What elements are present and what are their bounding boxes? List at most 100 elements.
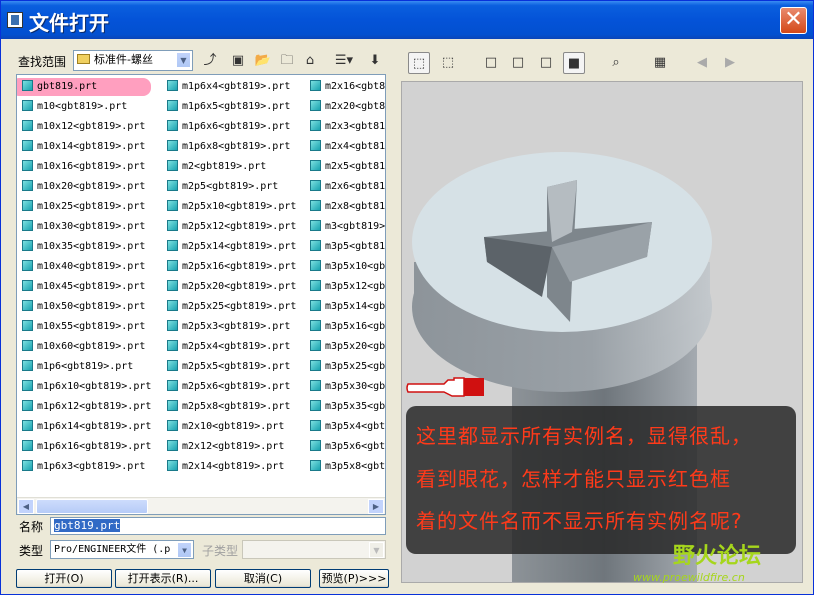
new-folder-icon[interactable]: 🗀	[277, 51, 297, 71]
file-item[interactable]: m10x25<gbt819>.prt	[22, 198, 145, 216]
file-item[interactable]: m2p5x25<gbt819>.prt	[167, 298, 296, 316]
file-item[interactable]: m3p5x4<gbt	[310, 418, 385, 436]
view-wireframe-icon[interactable]: ⬚	[408, 52, 430, 74]
file-item[interactable]: m3p5x16<gb	[310, 318, 385, 336]
file-item[interactable]: m2<gbt819>.prt	[167, 158, 266, 176]
look-in-dropdown[interactable]: 标准件-螺丝 ▼	[73, 50, 193, 71]
file-item[interactable]: m1p6x14<gbt819>.prt	[22, 418, 151, 436]
file-item[interactable]: m1p6x4<gbt819>.prt	[167, 78, 290, 96]
part-file-icon	[22, 380, 33, 391]
file-item[interactable]: m3p5x30<gb	[310, 378, 385, 396]
file-item[interactable]: m1p6x8<gbt819>.prt	[167, 138, 290, 156]
file-item[interactable]: m10x20<gbt819>.prt	[22, 178, 145, 196]
annotation-line-3: 着的文件名而不显示所有实例名呢?	[416, 509, 743, 533]
previous-arrow-icon[interactable]: ◀	[691, 52, 713, 74]
file-list[interactable]: m3p5x8<gbt m3p5x6<gbt m3p5x4<gbt m3p5x35<gb…	[16, 74, 386, 515]
file-item[interactable]: m2x14<gbt819>.prt	[167, 458, 284, 476]
view-box3-icon[interactable]: □	[535, 52, 557, 74]
view-hidden-icon[interactable]: ⬚	[437, 52, 459, 74]
file-item[interactable]: m2p5x10<gbt819>.prt	[167, 198, 296, 216]
file-item[interactable]: m1p6x16<gbt819>.prt	[22, 438, 151, 456]
title-bar[interactable]: 文件打开 ✕	[1, 1, 813, 39]
open-button[interactable]: 打开(O)	[16, 569, 112, 588]
file-type-dropdown[interactable]: Pro/ENGINEER文件 (.p ▼	[50, 540, 194, 559]
file-item[interactable]: m2p5x14<gbt819>.prt	[167, 238, 296, 256]
view-list-icon[interactable]: ☰▾	[331, 51, 357, 71]
preview-button[interactable]: 预览(P)>>>	[319, 569, 389, 588]
file-item[interactable]: m10x45<gbt819>.prt	[22, 278, 145, 296]
filename-input[interactable]: gbt819.prt	[50, 517, 386, 535]
file-item[interactable]: gbt819.prt	[17, 78, 151, 96]
scroll-left-icon[interactable]: ◀	[18, 499, 34, 514]
file-item[interactable]: m10<gbt819>.prt	[22, 98, 127, 116]
part-file-icon	[310, 440, 321, 451]
cancel-button[interactable]: 取消(C)	[215, 569, 311, 588]
file-item[interactable]: m1p6x10<gbt819>.prt	[22, 378, 151, 396]
file-item[interactable]: m2p5x6<gbt819>.prt	[167, 378, 290, 396]
file-item[interactable]: m10x16<gbt819>.prt	[22, 158, 145, 176]
file-item[interactable]: m2x16<gbt8	[310, 78, 385, 96]
file-item[interactable]: m2p5x16<gbt819>.prt	[167, 258, 296, 276]
file-item[interactable]: m2p5x5<gbt819>.prt	[167, 358, 290, 376]
file-item[interactable]: m2x4<gbt81	[310, 138, 385, 156]
file-item[interactable]: m3p5x10<gb	[310, 258, 385, 276]
scroll-right-icon[interactable]: ▶	[368, 499, 384, 514]
view-box1-icon[interactable]: □	[480, 52, 502, 74]
file-item[interactable]: m1p6x6<gbt819>.prt	[167, 118, 290, 136]
file-item[interactable]: m3p5<gbt81	[310, 238, 385, 256]
next-arrow-icon[interactable]: ▶	[719, 52, 741, 74]
watermark-logo: 野火论坛	[673, 544, 762, 569]
open-folder-icon[interactable]: 📂	[253, 51, 273, 71]
file-name: m3p5x6<gbt	[325, 441, 386, 452]
file-item[interactable]: m2p5x8<gbt819>.prt	[167, 398, 290, 416]
file-item[interactable]: m3p5x8<gbt	[310, 458, 385, 476]
file-item[interactable]: m2x6<gbt81	[310, 178, 385, 196]
file-item[interactable]: m2p5x12<gbt819>.prt	[167, 218, 296, 236]
file-item[interactable]: m10x14<gbt819>.prt	[22, 138, 145, 156]
working-dir-icon[interactable]: ⌂	[300, 51, 320, 71]
file-item[interactable]: m10x12<gbt819>.prt	[22, 118, 145, 136]
file-item[interactable]: m10x35<gbt819>.prt	[22, 238, 145, 256]
view-shaded-icon[interactable]: ■	[563, 52, 585, 74]
file-item[interactable]: m10x50<gbt819>.prt	[22, 298, 145, 316]
model-tree-icon[interactable]: ▦	[649, 52, 671, 74]
file-item[interactable]: m1p6x3<gbt819>.prt	[22, 458, 145, 476]
chevron-down-icon[interactable]: ▼	[176, 52, 191, 68]
file-item[interactable]: m2x20<gbt8	[310, 98, 385, 116]
file-item[interactable]: m2x5<gbt81	[310, 158, 385, 176]
file-item[interactable]: m10x30<gbt819>.prt	[22, 218, 145, 236]
file-item[interactable]: m2p5x3<gbt819>.prt	[167, 318, 290, 336]
file-item[interactable]: m2x8<gbt81	[310, 198, 385, 216]
file-item[interactable]: m3p5x12<gb	[310, 278, 385, 296]
view-box2-icon[interactable]: □	[507, 52, 529, 74]
part-file-icon	[167, 340, 178, 351]
file-item[interactable]: m3p5x14<gb	[310, 298, 385, 316]
file-item[interactable]: m3p5x25<gb	[310, 358, 385, 376]
chevron-down-icon[interactable]: ▼	[177, 542, 192, 558]
file-item[interactable]: m2x12<gbt819>.prt	[167, 438, 284, 456]
file-item[interactable]: m3p5x35<gb	[310, 398, 385, 416]
file-name: m2p5x12<gbt819>.prt	[182, 221, 297, 232]
file-item[interactable]: m3p5x6<gbt	[310, 438, 385, 456]
file-item[interactable]: m2p5x20<gbt819>.prt	[167, 278, 296, 296]
open-representation-button[interactable]: 打开表示(R)...	[115, 569, 211, 588]
file-item[interactable]: m2x10<gbt819>.prt	[167, 418, 284, 436]
scroll-thumb[interactable]	[36, 499, 148, 514]
file-item[interactable]: m1p6x5<gbt819>.prt	[167, 98, 290, 116]
close-button[interactable]: ✕	[780, 7, 807, 34]
file-item[interactable]: m1p6x12<gbt819>.prt	[22, 398, 151, 416]
file-item[interactable]: m1p6<gbt819>.prt	[22, 358, 133, 376]
file-item[interactable]: m2x3<gbt81	[310, 118, 385, 136]
file-item[interactable]: m2p5<gbt819>.prt	[167, 178, 278, 196]
tools-icon[interactable]: ⬇	[365, 51, 385, 71]
up-folder-icon[interactable]: ⤴	[200, 51, 220, 71]
file-item[interactable]: m10x55<gbt819>.prt	[22, 318, 145, 336]
horizontal-scrollbar[interactable]: ◀ ▶	[17, 497, 385, 514]
file-item[interactable]: m10x40<gbt819>.prt	[22, 258, 145, 276]
file-item[interactable]: m2p5x4<gbt819>.prt	[167, 338, 290, 356]
file-item[interactable]: m10x60<gbt819>.prt	[22, 338, 145, 356]
zoom-icon[interactable]: ⌕	[605, 52, 627, 74]
file-item[interactable]: m3p5x20<gb	[310, 338, 385, 356]
file-item[interactable]: m3<gbt819>	[310, 218, 385, 236]
desktop-icon[interactable]: ▣	[228, 51, 248, 71]
